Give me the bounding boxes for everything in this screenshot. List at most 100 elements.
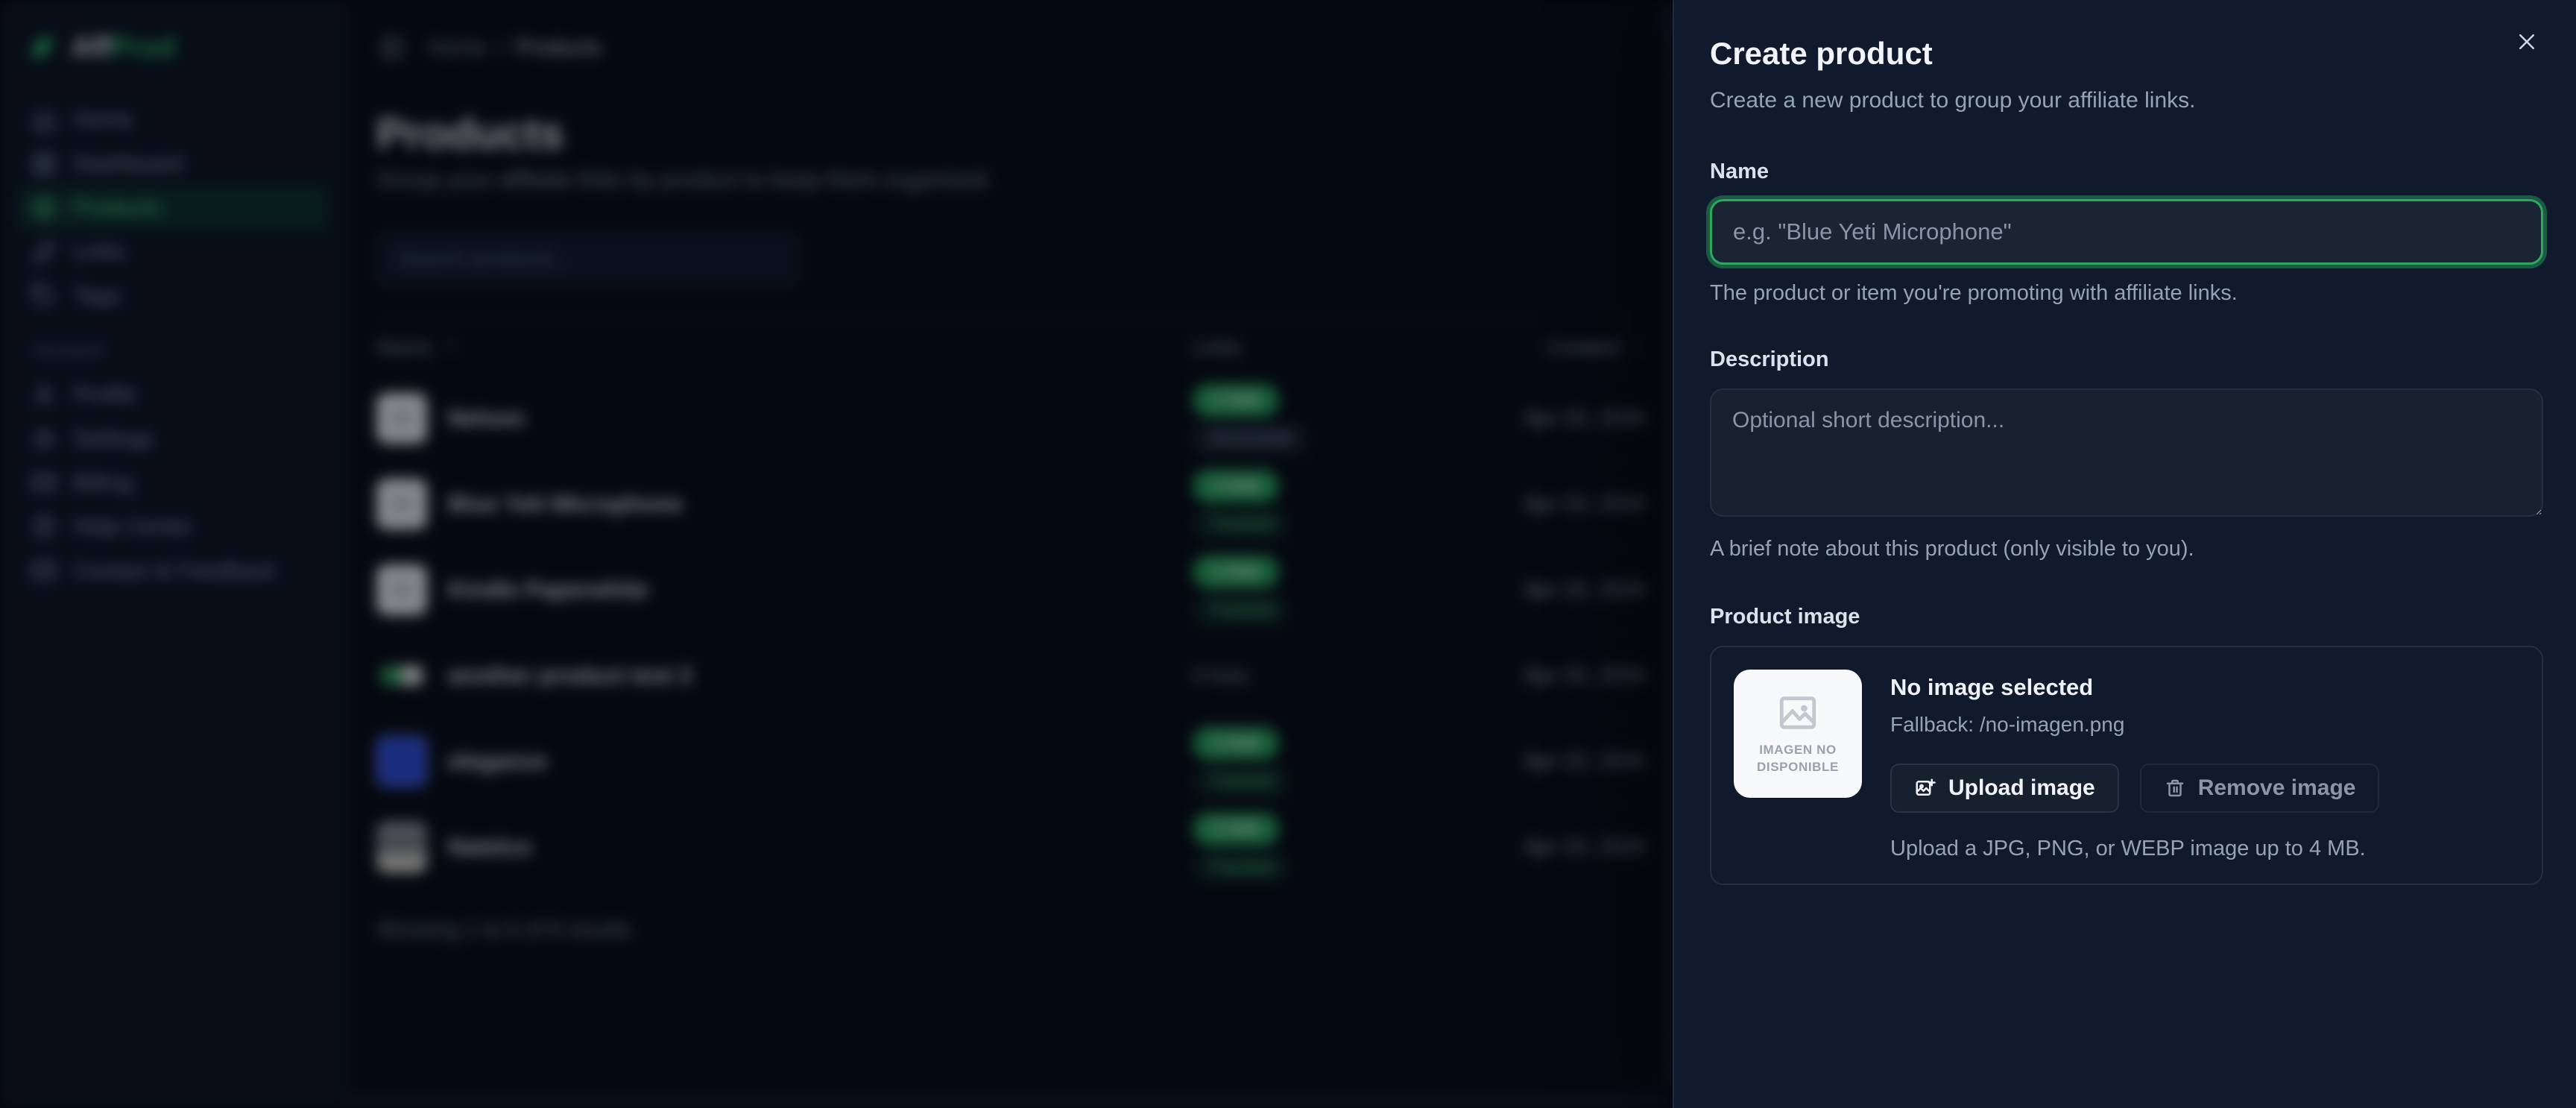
product-description-textarea[interactable]	[1710, 388, 2543, 517]
leaf-icon	[24, 30, 60, 66]
product-thumbnail	[376, 736, 427, 787]
product-name-input[interactable]	[1710, 199, 2543, 265]
sidebar-item-settings[interactable]: Settings	[18, 418, 327, 461]
link-icon	[31, 239, 57, 265]
tag-icon	[31, 283, 57, 309]
created-date: Apr 22, 2026	[1468, 664, 1647, 688]
horizontal-scrollbar[interactable]	[347, 1095, 1673, 1108]
sidebar-item-label: Billing	[73, 470, 133, 496]
page-subtitle: Group your affiliate links by product to…	[376, 166, 1681, 193]
sidebar-item-contact-feedback[interactable]: Contact & Feedback	[18, 550, 327, 593]
table-header: Name Links Created	[376, 320, 1647, 375]
picture-icon	[1770, 691, 1825, 734]
table-row[interactable]: Blue Yeti Microphone 1 link Tracked Apr …	[376, 461, 1647, 547]
sidebar-item-label: Tags	[73, 283, 120, 309]
sidebar-item-home[interactable]: Home	[18, 98, 327, 142]
sidebar-item-dashboard[interactable]: Dashboard	[18, 142, 327, 186]
sidebar-item-tags[interactable]: Tags	[18, 274, 327, 318]
status-badge: Tracked	[1193, 509, 1289, 539]
sidebar-item-label: Dashboard	[73, 151, 183, 177]
page-title: Products	[376, 109, 1681, 159]
help-circle-icon	[31, 514, 57, 540]
table-row[interactable]: elegance 1 link Tracked Apr 22, 2026	[376, 718, 1647, 804]
table-row[interactable]: Kindle Paperwhite 1 link Tracked Apr 22,…	[376, 547, 1647, 632]
sidebar-item-label: Links	[73, 239, 125, 265]
sort-icon	[443, 336, 461, 359]
products-table: Name Links Created Nelson 1 link Untrack…	[376, 320, 1647, 890]
search-input[interactable]	[376, 232, 798, 286]
gear-icon	[31, 426, 57, 452]
sidebar-section-account: Account	[33, 339, 327, 362]
links-count-badge: 1 link	[1193, 384, 1279, 417]
brand-name: AffProd	[72, 32, 175, 64]
trash-icon	[2164, 777, 2186, 799]
product-name: Blue Yeti Microphone	[448, 491, 683, 517]
status-badge: Tracked	[1193, 767, 1289, 796]
results-summary: Showing 1 to 6 of 6 results	[376, 918, 1681, 942]
product-name: Nelson	[448, 405, 525, 432]
product-thumbnail	[376, 564, 427, 615]
sidebar: AffProd Home Dashboard Products Links Ta…	[0, 0, 347, 1108]
table-row[interactable]: Nelson 1 link Untracked Apr 22, 2026	[376, 375, 1647, 461]
name-label: Name	[1710, 160, 2543, 184]
remove-image-button[interactable]: Remove image	[2140, 764, 2380, 813]
panel-left-icon	[380, 35, 405, 60]
created-date: Apr 22, 2026	[1468, 578, 1647, 602]
product-name: another product test 3	[448, 662, 692, 689]
image-placeholder: IMAGEN NO DISPONIBLE	[1734, 670, 1862, 798]
box-icon	[31, 195, 57, 221]
create-product-drawer: Create product Create a new product to g…	[1673, 0, 2576, 1108]
sidebar-item-label: Home	[73, 107, 133, 133]
close-button[interactable]	[2510, 25, 2543, 58]
upload-image-button[interactable]: Upload image	[1890, 764, 2119, 813]
created-date: Apr 22, 2026	[1468, 406, 1647, 431]
image-placeholder-text: IMAGEN NO DISPONIBLE	[1749, 742, 1846, 776]
table-row[interactable]: another product test 3 0 links Apr 22, 2…	[376, 632, 1647, 718]
table-row[interactable]: Natelco 1 link Tracked Apr 22, 2026	[376, 804, 1647, 890]
sidebar-item-label: Settings	[73, 426, 154, 452]
links-count-badge: 1 link	[1193, 813, 1279, 846]
column-header-links: Links	[1193, 336, 1468, 359]
sidebar-item-profile[interactable]: Profile	[18, 374, 327, 417]
sidebar-toggle-button[interactable]	[376, 31, 409, 64]
created-date: Apr 22, 2026	[1468, 492, 1647, 517]
drawer-subtitle: Create a new product to group your affil…	[1710, 88, 2543, 113]
sidebar-item-help-center[interactable]: Help Center	[18, 506, 327, 549]
sidebar-item-label: Products	[73, 195, 161, 221]
product-image-label: Product image	[1710, 605, 2543, 629]
created-date: Apr 22, 2026	[1468, 749, 1647, 774]
breadcrumb: Home / Products	[429, 36, 602, 60]
description-helper-text: A brief note about this product (only vi…	[1710, 537, 2543, 561]
created-date: Apr 22, 2026	[1468, 835, 1647, 860]
links-count-badge: 1 link	[1193, 470, 1279, 503]
status-badge: Untracked	[1193, 424, 1307, 453]
credit-card-icon	[31, 470, 57, 496]
image-info: No image selected Fallback: /no-imagen.p…	[1890, 670, 2519, 861]
user-icon	[31, 383, 57, 408]
product-name: elegance	[448, 748, 547, 775]
sidebar-item-products[interactable]: Products	[18, 186, 327, 230]
sort-icon	[1629, 336, 1647, 359]
links-count-text: 0 links	[1193, 664, 1250, 687]
sidebar-item-links[interactable]: Links	[18, 230, 327, 274]
status-badge: Tracked	[1193, 595, 1289, 625]
description-label: Description	[1710, 347, 2543, 372]
column-header-created[interactable]: Created	[1468, 336, 1647, 359]
column-header-name[interactable]: Name	[376, 336, 1193, 359]
brand-logo[interactable]: AffProd	[24, 30, 327, 66]
image-helper-text: Upload a JPG, PNG, or WEBP image up to 4…	[1890, 837, 2519, 861]
main-content: Home / Products Products Group your affi…	[347, 0, 1681, 1108]
no-image-title: No image selected	[1890, 674, 2519, 701]
product-name: Kindle Paperwhite	[448, 576, 648, 603]
product-thumbnail	[376, 479, 427, 529]
product-thumbnail	[376, 650, 427, 701]
name-helper-text: The product or item you're promoting wit…	[1710, 281, 2543, 306]
topbar: Home / Products	[376, 30, 1681, 66]
sidebar-item-billing[interactable]: Billing	[18, 462, 327, 505]
mail-icon	[31, 558, 57, 584]
sidebar-item-label: Profile	[73, 383, 136, 408]
product-thumbnail	[376, 393, 427, 444]
breadcrumb-home-link[interactable]: Home	[429, 36, 486, 60]
links-count-badge: 1 link	[1193, 727, 1279, 760]
product-name: Natelco	[448, 834, 531, 860]
